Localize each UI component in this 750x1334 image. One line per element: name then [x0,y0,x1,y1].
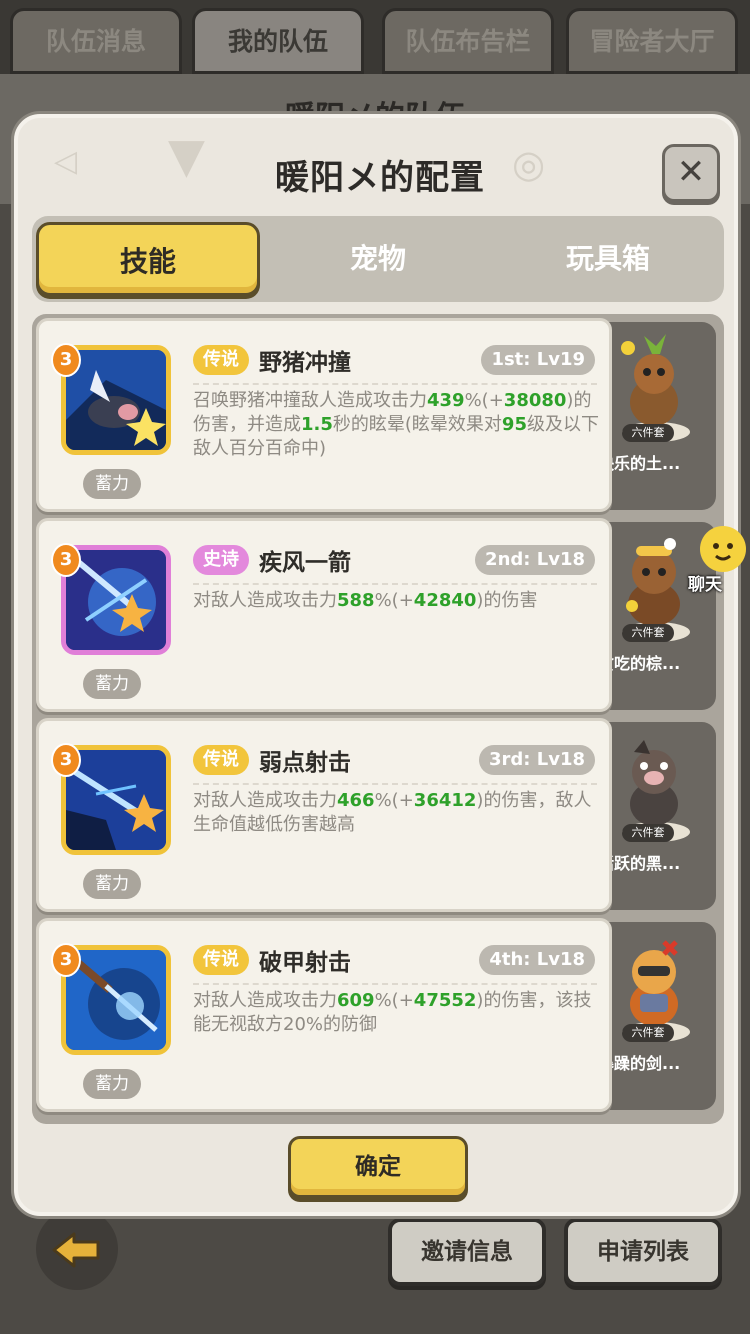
skill-description: 对敌人造成攻击力588%(+42840)的伤害 [193,590,538,611]
skill-card: 3 蓄力 传说 弱点射击 3rd: Lv18 对敌人造成攻击力466%(+364… [36,718,612,912]
close-icon: ✕ [676,152,706,192]
skill-row: 六件套 活跃的黑... 3 蓄力 传说 弱点射击 3rd: Lv18 对敌人造成… [36,718,720,914]
skill-description: 召唤野猪冲撞敌人造成攻击力439%(+38080)的伤害，并造成1.5秒的眩晕(… [193,390,599,459]
pet-slot[interactable]: 六件套 暴躁的剑... [596,922,716,1110]
tab-team-bulletin[interactable]: 队伍布告栏 [382,8,554,74]
invite-info-button[interactable]: 邀请信息 [388,1218,546,1286]
divider [193,383,597,385]
pet-name: 快乐的土... [598,454,681,473]
chat-face-icon [700,526,746,572]
skill-level-badge: 3 [51,343,81,377]
divider [193,783,597,785]
tab-my-team[interactable]: 我的队伍 [192,8,364,74]
charge-tag: 蓄力 [83,469,141,499]
skill-slot-level: 4th: Lv18 [479,945,595,975]
pet-set-tag: 六件套 [622,424,674,442]
confirm-button[interactable]: 确定 [288,1136,468,1198]
top-tab-bar: 队伍消息 我的队伍 队伍布告栏 冒险者大厅 [0,0,750,78]
chat-label: 聊天 [688,575,722,595]
modal-title: 暖阳メ的配置 [275,158,485,198]
skill-row: 六件套 快乐的土... 3 蓄力 传说 野猪冲撞 1st: Lv19 召唤野猪冲… [36,318,720,514]
skill-slot-level: 1st: Lv19 [481,345,595,375]
skill-card: 3 蓄力 史诗 疾风一箭 2nd: Lv18 对敌人造成攻击力588%(+428… [36,518,612,712]
skill-name: 破甲射击 [259,950,351,976]
tab-toybox[interactable]: 玩具箱 [496,222,720,296]
skill-description: 对敌人造成攻击力609%(+47552)的伤害，该技能无视敌方20%的防御 [193,990,592,1035]
tab-skills[interactable]: 技能 [36,222,260,296]
close-button[interactable]: ✕ [662,144,720,202]
pet-slot[interactable]: 六件套 快乐的土... [596,322,716,510]
tab-team-messages[interactable]: 队伍消息 [10,8,182,74]
skill-level-badge: 3 [51,943,81,977]
pet-name: 暴躁的剑... [598,1054,681,1073]
pet-set-tag: 六件套 [622,1024,674,1042]
rarity-tag: 传说 [193,745,249,775]
divider [193,983,597,985]
pet-slot[interactable]: 六件套 活跃的黑... [596,722,716,910]
skill-row: 六件套 贪吃的棕... 3 蓄力 史诗 疾风一箭 2nd: Lv18 对敌人造成… [36,518,720,714]
tab-pets[interactable]: 宠物 [266,222,490,296]
pet-name: 贪吃的棕... [598,654,681,673]
skill-name: 疾风一箭 [259,550,351,576]
charge-tag: 蓄力 [83,869,141,899]
pet-set-tag: 六件套 [622,624,674,642]
tab-adventurer-hall[interactable]: 冒险者大厅 [566,8,738,74]
skill-name: 弱点射击 [259,750,351,776]
skill-list: 六件套 快乐的土... 3 蓄力 传说 野猪冲撞 1st: Lv19 召唤野猪冲… [32,314,724,1124]
rarity-tag: 史诗 [193,545,249,575]
skill-description: 对敌人造成攻击力466%(+36412)的伤害，敌人生命值越低伤害越高 [193,790,592,835]
skill-level-badge: 3 [51,743,81,777]
apply-list-button[interactable]: 申请列表 [564,1218,722,1286]
skill-card: 3 蓄力 传说 破甲射击 4th: Lv18 对敌人造成攻击力609%(+475… [36,918,612,1112]
modal-tab-bar: 技能 宠物 玩具箱 [32,216,724,302]
skill-card: 3 蓄力 传说 野猪冲撞 1st: Lv19 召唤野猪冲撞敌人造成攻击力439%… [36,318,612,512]
skill-level-badge: 3 [51,543,81,577]
rarity-tag: 传说 [193,945,249,975]
divider [193,583,597,585]
skill-row: 六件套 暴躁的剑... 3 蓄力 传说 破甲射击 4th: Lv18 对敌人造成… [36,918,720,1114]
chat-button[interactable]: 聊天 [686,526,750,598]
pet-set-tag: 六件套 [622,824,674,842]
charge-tag: 蓄力 [83,1069,141,1099]
config-modal: ◁ ▼ ◎ 暖阳メ的配置 ✕ 技能 宠物 玩具箱 六件套 快乐的土... 3 蓄… [14,114,738,1216]
rarity-tag: 传说 [193,345,249,375]
skill-slot-level: 2nd: Lv18 [475,545,595,575]
skill-slot-level: 3rd: Lv18 [478,745,595,775]
charge-tag: 蓄力 [83,669,141,699]
pet-name: 活跃的黑... [598,854,681,873]
back-arrow-icon [52,1232,100,1268]
skill-name: 野猪冲撞 [259,350,351,376]
